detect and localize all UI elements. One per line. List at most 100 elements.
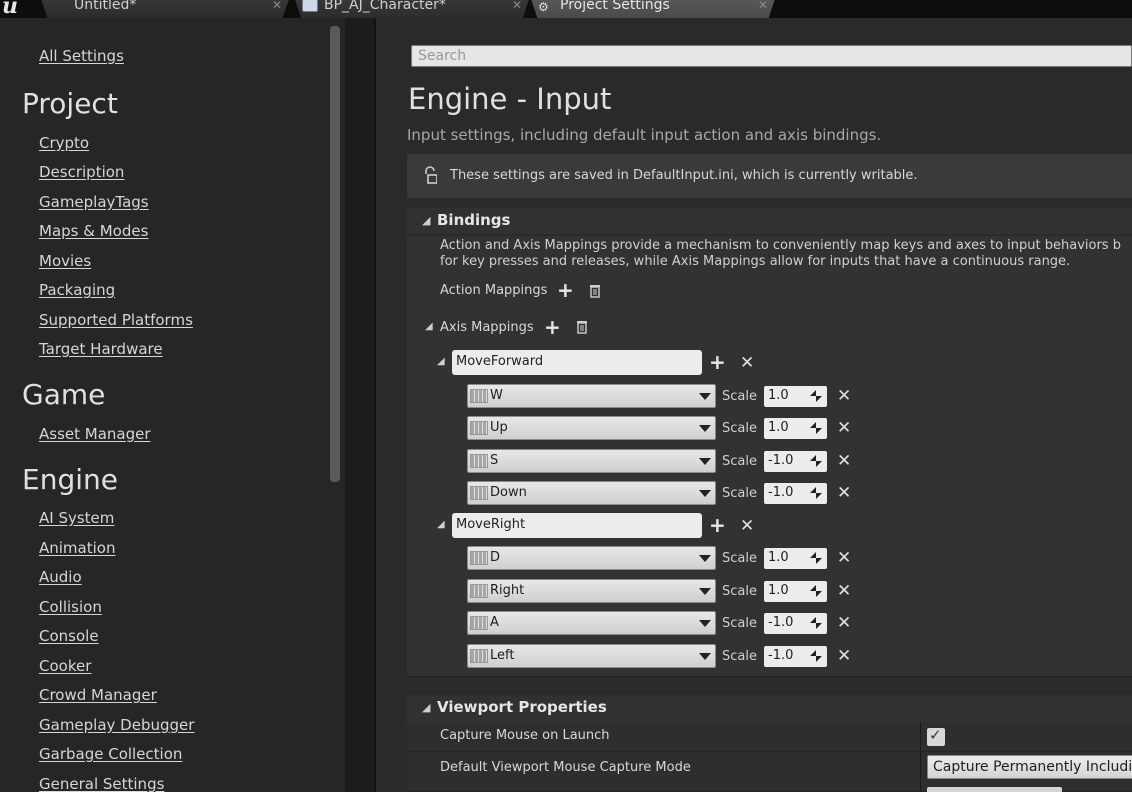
key-selector[interactable]: Down	[467, 481, 716, 505]
remove-key-x-icon[interactable]: ✕	[837, 615, 851, 632]
sidebar-item-asset-manager[interactable]: Asset Manager	[39, 425, 151, 443]
capture-mode-dropdown[interactable]: Capture Permanently Including	[927, 755, 1132, 779]
key-selector[interactable]: A	[467, 611, 716, 635]
drag-arrows-icon	[810, 455, 822, 467]
dropdown-value: Capture Permanently Including	[933, 759, 1132, 775]
sidebar-item-maps-modes[interactable]: Maps & Modes	[39, 222, 148, 240]
keyboard-icon	[470, 551, 488, 565]
remove-key-x-icon[interactable]: ✕	[837, 453, 851, 470]
sidebar-item-collision[interactable]: Collision	[39, 598, 102, 616]
add-axis-mapping-plus-icon[interactable]: +	[544, 317, 561, 337]
description-line: for key presses and releases, while Axis…	[440, 254, 1071, 269]
checkmark-icon: ✓	[929, 726, 942, 744]
panel-splitter[interactable]	[345, 18, 375, 792]
key-selector[interactable]: S	[467, 449, 716, 473]
key-selector[interactable]: W	[467, 384, 716, 408]
remove-key-x-icon[interactable]: ✕	[837, 420, 851, 437]
sidebar-item-packaging[interactable]: Packaging	[39, 281, 115, 299]
scale-input[interactable]: 1.0	[764, 386, 827, 407]
gear-icon: ⚙	[538, 0, 549, 14]
scale-input[interactable]: -1.0	[764, 451, 827, 472]
drag-arrows-icon	[810, 585, 822, 597]
key-value: Down	[490, 485, 527, 500]
key-selector[interactable]: D	[467, 546, 716, 570]
sidebar-item-target-hardware[interactable]: Target Hardware	[39, 340, 163, 358]
sidebar-scrollbar[interactable]	[330, 26, 340, 482]
scale-input[interactable]: 1.0	[764, 418, 827, 439]
sidebar-item-description[interactable]: Description	[39, 163, 124, 181]
tab-untitled[interactable]: Untitled* ✕	[40, 0, 290, 18]
tab-project-settings[interactable]: ⚙ Project Settings ✕	[530, 0, 776, 18]
key-selector[interactable]: Right	[467, 579, 716, 603]
key-value: D	[490, 550, 501, 565]
close-icon[interactable]: ✕	[512, 0, 522, 14]
trash-icon[interactable]	[576, 320, 588, 334]
config-file-notice: These settings are saved in DefaultInput…	[407, 154, 1132, 198]
sidebar-item-crypto[interactable]: Crypto	[39, 134, 89, 152]
scale-input[interactable]: -1.0	[764, 646, 827, 667]
remove-axis-x-icon[interactable]: ✕	[740, 355, 754, 372]
section-title: Bindings	[437, 211, 511, 229]
sidebar-item-supported-platforms[interactable]: Supported Platforms	[39, 311, 193, 329]
bindings-description: Action and Axis Mappings provide a mecha…	[440, 238, 1132, 270]
tab-bp-aj-character[interactable]: BP_AJ_Character* ✕	[294, 0, 530, 18]
add-key-plus-icon[interactable]: +	[709, 515, 726, 535]
sidebar-heading-engine: Engine	[22, 463, 118, 496]
section-header-bindings[interactable]: ◢ Bindings	[407, 208, 1132, 234]
collapse-triangle-icon[interactable]: ◢	[437, 519, 445, 530]
scale-label: Scale	[722, 421, 757, 436]
key-selector[interactable]: Left	[467, 644, 716, 668]
remove-key-x-icon[interactable]: ✕	[837, 648, 851, 665]
sidebar-item-crowd-manager[interactable]: Crowd Manager	[39, 686, 157, 704]
sidebar-item-ai-system[interactable]: AI System	[39, 509, 114, 527]
remove-key-x-icon[interactable]: ✕	[837, 485, 851, 502]
unreal-logo-icon[interactable]: u	[2, 0, 32, 17]
scale-label: Scale	[722, 486, 757, 501]
trash-icon[interactable]	[589, 284, 601, 298]
sidebar-item-movies[interactable]: Movies	[39, 252, 91, 270]
key-selector[interactable]: Up	[467, 416, 716, 440]
axis-name-input[interactable]: MoveRight	[452, 513, 702, 538]
capture-mouse-checkbox[interactable]: ✓	[927, 726, 945, 746]
sidebar-item-cooker[interactable]: Cooker	[39, 657, 91, 675]
add-action-mapping-plus-icon[interactable]: +	[557, 280, 574, 300]
remove-key-x-icon[interactable]: ✕	[837, 388, 851, 405]
scale-input[interactable]: 1.0	[764, 548, 827, 569]
sidebar-item-all-settings[interactable]: All Settings	[39, 47, 124, 65]
search-input[interactable]: Search	[411, 45, 1132, 67]
sidebar-item-console[interactable]: Console	[39, 627, 99, 645]
sidebar-item-garbage-collection[interactable]: Garbage Collection	[39, 745, 182, 763]
sidebar-item-gameplaytags[interactable]: GameplayTags	[39, 193, 149, 211]
sidebar-heading-game: Game	[22, 378, 106, 411]
key-value: S	[490, 453, 499, 468]
notice-text: These settings are saved in DefaultInput…	[450, 168, 918, 183]
property-row-capture-mouse: Capture Mouse on Launch	[407, 721, 1132, 752]
add-key-plus-icon[interactable]: +	[709, 352, 726, 372]
key-value: Up	[490, 420, 508, 435]
close-icon[interactable]: ✕	[272, 0, 282, 14]
collapse-triangle-icon[interactable]: ◢	[425, 321, 433, 332]
drag-arrows-icon	[810, 390, 822, 402]
sidebar-item-gameplay-debugger[interactable]: Gameplay Debugger	[39, 716, 194, 734]
scale-input[interactable]: -1.0	[764, 483, 827, 504]
scale-input[interactable]: 1.0	[764, 581, 827, 602]
drag-arrows-icon	[810, 617, 822, 629]
column-splitter[interactable]	[920, 722, 921, 792]
next-property-dropdown[interactable]	[927, 787, 1062, 792]
axis-name-input[interactable]: MoveForward	[452, 350, 702, 375]
sidebar-item-audio[interactable]: Audio	[39, 568, 82, 586]
remove-axis-x-icon[interactable]: ✕	[740, 518, 754, 535]
close-icon[interactable]: ✕	[758, 0, 768, 14]
sidebar-item-animation[interactable]: Animation	[39, 539, 115, 557]
sidebar-item-general-settings[interactable]: General Settings	[39, 775, 164, 792]
scale-input[interactable]: -1.0	[764, 613, 827, 634]
key-value: W	[490, 388, 503, 403]
collapse-triangle-icon[interactable]: ◢	[437, 356, 445, 367]
drag-arrows-icon	[810, 650, 822, 662]
scale-label: Scale	[722, 584, 757, 599]
remove-key-x-icon[interactable]: ✕	[837, 550, 851, 567]
section-header-viewport-properties[interactable]: ◢ Viewport Properties	[407, 695, 1132, 721]
remove-key-x-icon[interactable]: ✕	[837, 583, 851, 600]
tab-label: Project Settings	[560, 0, 670, 13]
scale-value: -1.0	[768, 485, 794, 500]
